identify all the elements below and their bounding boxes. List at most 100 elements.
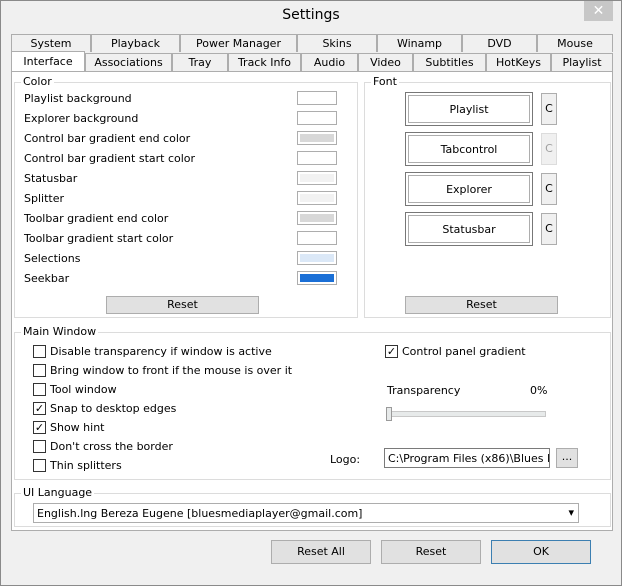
check-label: Thin splitters (50, 459, 122, 472)
swatch-splitter[interactable] (297, 191, 337, 205)
color-label-splitter: Splitter (24, 192, 64, 205)
tab-mouse[interactable]: Mouse (537, 34, 613, 52)
font-group-label: Font (371, 75, 399, 88)
tab-interface[interactable]: Interface (11, 51, 85, 71)
font-label-tabcontrol: Tabcontrol (408, 135, 530, 163)
tab-winamp[interactable]: Winamp (377, 34, 462, 52)
swatch-selections[interactable] (297, 251, 337, 265)
font-box-explorer[interactable]: Explorer (405, 172, 533, 206)
transparency-label: Transparency (387, 384, 461, 397)
color-label-selections: Selections (24, 252, 81, 265)
font-playlist-c-button[interactable]: C (541, 93, 557, 125)
color-label-toolbar-gradient-end: Toolbar gradient end color (24, 212, 169, 225)
swatch-control-bar-gradient-end[interactable] (297, 131, 337, 145)
color-group: Color Playlist background Explorer backg… (14, 75, 358, 318)
color-label-explorer-background: Explorer background (24, 112, 139, 125)
tab-system[interactable]: System (11, 34, 91, 52)
font-box-playlist[interactable]: Playlist (405, 92, 533, 126)
reset-button[interactable]: Reset (381, 540, 481, 564)
swatch-statusbar[interactable] (297, 171, 337, 185)
ok-button[interactable]: OK (491, 540, 591, 564)
ui-language-group-label: UI Language (21, 486, 95, 499)
checkbox-box[interactable]: ✓ (33, 421, 46, 434)
tab-power-manager[interactable]: Power Manager (180, 34, 297, 52)
swatch-fill (300, 194, 334, 202)
swatch-seekbar[interactable] (297, 271, 337, 285)
swatch-fill (300, 234, 334, 242)
tab-track-info[interactable]: Track Info (228, 53, 301, 71)
tab-hotkeys[interactable]: HotKeys (486, 53, 551, 71)
checkbox-box[interactable] (33, 383, 46, 396)
font-group: Font Playlist C Tabcontrol C Explorer C … (364, 75, 611, 318)
tab-audio[interactable]: Audio (301, 53, 358, 71)
font-label-statusbar: Statusbar (408, 215, 530, 243)
settings-window: Settings ✕ System Playback Power Manager… (0, 0, 622, 586)
swatch-toolbar-gradient-end[interactable] (297, 211, 337, 225)
font-reset-button[interactable]: Reset (405, 296, 558, 314)
reset-all-button[interactable]: Reset All (271, 540, 371, 564)
color-label-seekbar: Seekbar (24, 272, 70, 285)
tab-skins[interactable]: Skins (297, 34, 377, 52)
interface-panel: Color Playlist background Explorer backg… (11, 71, 613, 531)
check-label: Tool window (50, 383, 117, 396)
title-bar: Settings ✕ (1, 1, 621, 31)
checkbox-box[interactable] (33, 459, 46, 472)
color-reset-button[interactable]: Reset (106, 296, 259, 314)
color-label-toolbar-gradient-start: Toolbar gradient start color (24, 232, 174, 245)
transparency-slider-thumb[interactable] (386, 407, 392, 421)
font-label-playlist: Playlist (408, 95, 530, 123)
window-title: Settings (282, 7, 340, 23)
swatch-control-bar-gradient-start[interactable] (297, 151, 337, 165)
chevron-down-icon: ▾ (568, 506, 574, 519)
tab-tray[interactable]: Tray (172, 53, 228, 71)
swatch-toolbar-gradient-start[interactable] (297, 231, 337, 245)
logo-path-input[interactable]: C:\Program Files (x86)\Blues Med (384, 448, 550, 468)
font-box-tabcontrol[interactable]: Tabcontrol (405, 132, 533, 166)
check-label: Control panel gradient (402, 345, 526, 358)
swatch-fill (300, 254, 334, 262)
swatch-fill (300, 114, 334, 122)
swatch-fill (300, 154, 334, 162)
ui-language-selected: English.lng Bereza Eugene [bluesmediapla… (37, 507, 363, 520)
font-explorer-c-button[interactable]: C (541, 173, 557, 205)
checkbox-box[interactable]: ✓ (33, 402, 46, 415)
close-icon[interactable]: ✕ (584, 1, 613, 21)
font-tabcontrol-c-button[interactable]: C (541, 133, 557, 165)
tab-associations[interactable]: Associations (85, 53, 172, 71)
logo-browse-button[interactable]: ... (556, 448, 578, 468)
tab-video[interactable]: Video (358, 53, 413, 71)
swatch-fill (300, 274, 334, 282)
tab-playback[interactable]: Playback (91, 34, 180, 52)
logo-path-value: C:\Program Files (x86)\Blues Med (388, 452, 549, 465)
color-label-statusbar: Statusbar (24, 172, 78, 185)
check-label: Don't cross the border (50, 440, 173, 453)
color-label-control-bar-gradient-end: Control bar gradient end color (24, 132, 191, 145)
color-label-playlist-background: Playlist background (24, 92, 132, 105)
transparency-value: 0% (530, 384, 548, 397)
logo-label: Logo: (330, 453, 361, 466)
check-label: Disable transparency if window is active (50, 345, 272, 358)
checkbox-box[interactable] (33, 440, 46, 453)
check-label: Bring window to front if the mouse is ov… (50, 364, 293, 377)
swatch-fill (300, 94, 334, 102)
check-label: Show hint (50, 421, 105, 434)
font-statusbar-c-button[interactable]: C (541, 213, 557, 245)
color-label-control-bar-gradient-start: Control bar gradient start color (24, 152, 196, 165)
font-box-statusbar[interactable]: Statusbar (405, 212, 533, 246)
swatch-fill (300, 214, 334, 222)
swatch-explorer-background[interactable] (297, 111, 337, 125)
tab-playlist[interactable]: Playlist (551, 53, 613, 71)
checkbox-box[interactable]: ✓ (385, 345, 398, 358)
ui-language-select[interactable]: English.lng Bereza Eugene [bluesmediapla… (33, 503, 579, 523)
check-label: Snap to desktop edges (50, 402, 177, 415)
main-window-group-label: Main Window (21, 325, 99, 338)
tab-dvd[interactable]: DVD (462, 34, 537, 52)
tab-subtitles[interactable]: Subtitles (413, 53, 486, 71)
color-group-label: Color (21, 75, 54, 88)
checkbox-box[interactable] (33, 364, 46, 377)
font-label-explorer: Explorer (408, 175, 530, 203)
transparency-slider-track[interactable] (386, 411, 546, 417)
checkbox-box[interactable] (33, 345, 46, 358)
swatch-playlist-background[interactable] (297, 91, 337, 105)
swatch-fill (300, 174, 334, 182)
